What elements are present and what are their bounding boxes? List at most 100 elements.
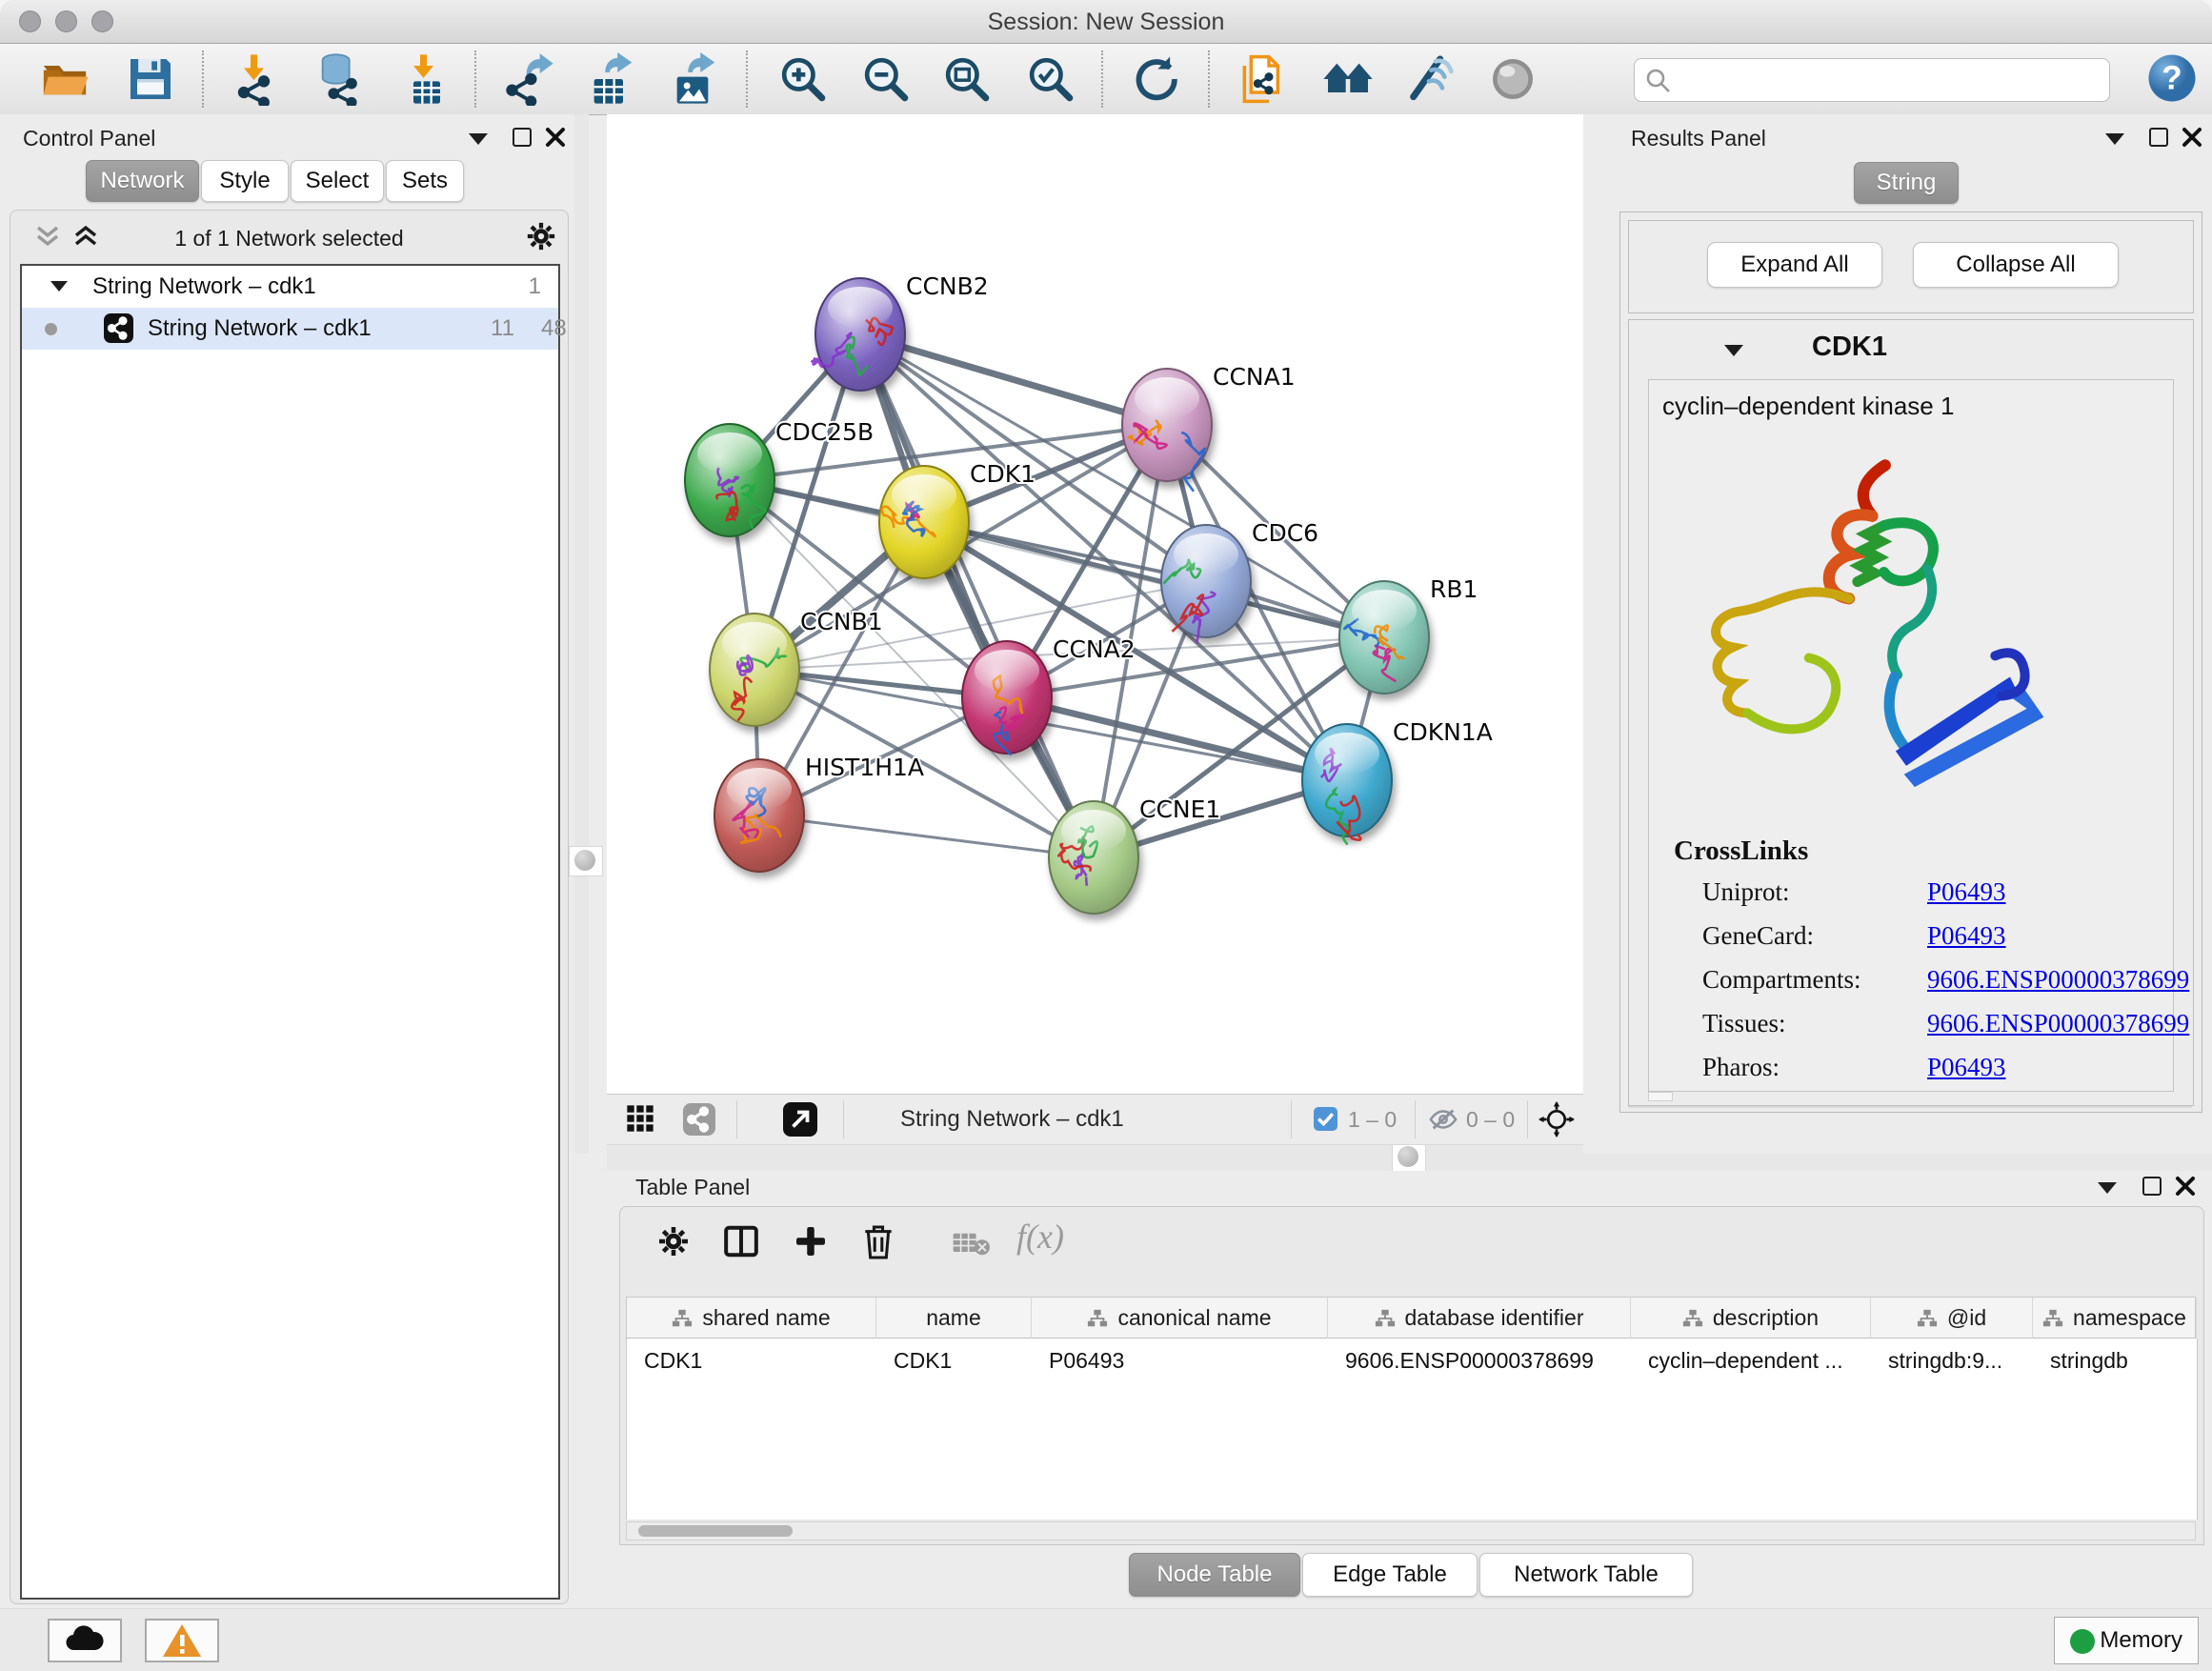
separator <box>1527 1100 1528 1138</box>
zoom-in-icon[interactable] <box>776 52 830 106</box>
crosslink-value-link[interactable]: P06493 <box>1927 1053 2006 1082</box>
zoom-out-icon[interactable] <box>859 52 913 106</box>
houses-icon[interactable] <box>1321 52 1375 106</box>
collection-caret-icon[interactable] <box>50 281 68 292</box>
table-cell[interactable]: cyclin–dependent ... <box>1631 1339 1871 1380</box>
column-header-canonical-name[interactable]: canonical name <box>1032 1298 1328 1339</box>
network-share-icon[interactable] <box>683 1103 715 1136</box>
crosslink-value-link[interactable]: 9606.ENSP00000378699 <box>1927 1009 2189 1038</box>
crosslink-value-link[interactable]: P06493 <box>1927 921 2006 951</box>
table-hscrollbar[interactable] <box>626 1521 2196 1540</box>
node-label: RB1 <box>1430 575 1478 603</box>
save-session-icon[interactable] <box>124 52 177 106</box>
tab-edge-table[interactable]: Edge Table <box>1302 1553 1478 1597</box>
table-gear-icon[interactable] <box>656 1224 691 1258</box>
network-node[interactable] <box>1049 801 1138 914</box>
network-collection-row[interactable]: String Network – cdk1 1 <box>22 266 558 308</box>
import-table-icon[interactable] <box>400 52 453 106</box>
help-icon[interactable]: ? <box>2145 51 2199 105</box>
documents-icon[interactable] <box>1236 52 1289 106</box>
hidden-eye-icon[interactable] <box>1428 1106 1458 1133</box>
gene-section-caret-icon[interactable] <box>1724 345 1743 356</box>
network-node[interactable] <box>1339 581 1429 694</box>
control-panel-float-icon[interactable] <box>469 133 488 145</box>
import-network-icon[interactable] <box>231 52 284 106</box>
network-node[interactable] <box>879 466 969 578</box>
table-cell[interactable]: CDK1 <box>876 1339 1032 1380</box>
function-builder-icon[interactable]: f(x) <box>1016 1217 1064 1257</box>
tab-style[interactable]: Style <box>201 160 289 202</box>
control-panel-maximize-icon[interactable] <box>513 128 532 147</box>
network-canvas[interactable]: CCNB2CCNA1CDC25BCDK1CDC6RB1CCNB1CCNA2CDK… <box>607 114 1583 1094</box>
collapse-all-button[interactable]: Collapse All <box>1913 242 2119 288</box>
column-header-description[interactable]: description <box>1631 1298 1871 1339</box>
crosslink-label: Tissues: <box>1702 1009 1786 1037</box>
table-hscroll-thumb[interactable] <box>638 1525 793 1537</box>
open-session-icon[interactable] <box>38 52 91 106</box>
column-header-namespace[interactable]: namespace <box>2033 1298 2197 1339</box>
birds-eye-grid-icon[interactable] <box>626 1104 656 1135</box>
search-input[interactable] <box>1679 61 2101 97</box>
delete-column-icon[interactable] <box>862 1224 895 1260</box>
column-header-name[interactable]: name <box>876 1298 1032 1339</box>
results-panel-float-icon[interactable] <box>2105 133 2124 145</box>
tab-sets[interactable]: Sets <box>386 160 464 202</box>
zoom-selected-icon[interactable] <box>1024 52 1077 106</box>
crosslink-value-link[interactable]: P06493 <box>1927 877 2006 907</box>
tab-network-table[interactable]: Network Table <box>1479 1553 1693 1597</box>
table-panel-close-icon[interactable] <box>2175 1176 2196 1197</box>
fit-selected-crosshair-icon[interactable] <box>1538 1101 1575 1137</box>
network-node[interactable] <box>714 759 804 872</box>
table-cell[interactable]: CDK1 <box>627 1339 876 1380</box>
tab-select[interactable]: Select <box>291 160 384 202</box>
left-splitter[interactable] <box>574 114 589 1154</box>
split-columns-icon[interactable] <box>723 1224 759 1258</box>
refresh-icon[interactable] <box>1129 52 1182 106</box>
add-column-icon[interactable] <box>794 1224 828 1258</box>
network-node[interactable] <box>962 641 1052 755</box>
results-panel-close-icon[interactable] <box>2182 127 2202 148</box>
table-cell[interactable]: stringdb:9... <box>1871 1339 2033 1380</box>
table-panel-maximize-icon[interactable] <box>2142 1177 2162 1196</box>
table-cell[interactable]: P06493 <box>1032 1339 1328 1380</box>
network-node[interactable] <box>710 614 799 726</box>
tab-string[interactable]: String <box>1854 162 1959 204</box>
selected-checkbox-icon[interactable] <box>1314 1107 1337 1131</box>
table-cell[interactable]: 9606.ENSP00000378699 <box>1328 1339 1631 1380</box>
table-panel-float-icon[interactable] <box>2098 1182 2117 1194</box>
results-panel-maximize-icon[interactable] <box>2149 128 2168 147</box>
column-header-shared-name[interactable]: shared name <box>627 1298 876 1339</box>
tab-network[interactable]: Network <box>86 160 199 202</box>
network-edge[interactable] <box>759 815 1094 857</box>
network-node[interactable] <box>1122 369 1212 492</box>
delete-table-icon[interactable] <box>952 1232 990 1257</box>
column-header-database-identifier[interactable]: database identifier <box>1328 1298 1631 1339</box>
table-data-row[interactable]: CDK1CDK1P064939606.ENSP00000378699cyclin… <box>626 1339 2198 1520</box>
network-row-selected[interactable]: String Network – cdk1 11 48 <box>22 308 558 350</box>
export-network-icon[interactable] <box>502 52 555 106</box>
column-header--id[interactable]: @id <box>1871 1298 2033 1339</box>
tab-node-table[interactable]: Node Table <box>1129 1553 1300 1597</box>
network-options-gear-icon[interactable] <box>525 220 557 252</box>
expand-all-button[interactable]: Expand All <box>1707 242 1882 288</box>
warning-button[interactable] <box>145 1619 219 1662</box>
left-splitter-knob[interactable] <box>569 846 603 876</box>
hide-graphics-details-icon[interactable] <box>1402 52 1456 106</box>
network-current-dot <box>45 323 57 335</box>
export-table-icon[interactable] <box>583 52 636 106</box>
control-panel-close-icon[interactable] <box>545 127 566 148</box>
render-sphere-icon[interactable] <box>1486 52 1539 106</box>
table-cell[interactable]: stringdb <box>2033 1339 2197 1380</box>
results-hscroll-thumb[interactable] <box>1648 1092 1673 1101</box>
crosslink-value-link[interactable]: 9606.ENSP00000378699 <box>1927 965 2189 995</box>
network-node[interactable] <box>1302 724 1392 845</box>
export-image-icon[interactable] <box>666 52 719 106</box>
cloud-button[interactable] <box>48 1619 122 1662</box>
network-edge[interactable] <box>860 334 1167 425</box>
memory-button[interactable]: Memory <box>2054 1617 2199 1664</box>
open-in-window-icon[interactable] <box>783 1102 817 1137</box>
zoom-fit-icon[interactable] <box>940 52 994 106</box>
bottom-splitter-knob[interactable] <box>1392 1142 1426 1173</box>
network-node[interactable] <box>685 424 774 536</box>
import-database-icon[interactable] <box>312 52 365 106</box>
